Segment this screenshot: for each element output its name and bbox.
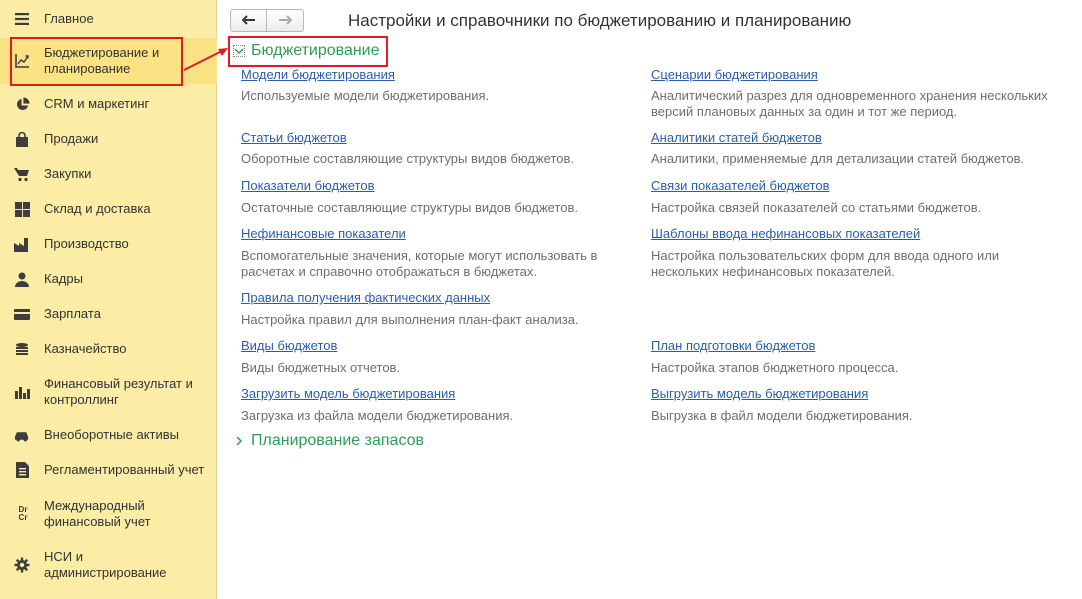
sidebar-item-salary[interactable]: Зарплата <box>0 305 217 323</box>
group-header-budgeting[interactable]: Бюджетирование <box>233 42 380 60</box>
sidebar: Главное Бюджетирование и планирование CR… <box>0 0 217 599</box>
sidebar-item-label: CRM и маркетинг <box>44 96 150 111</box>
link-budget-types[interactable]: Виды бюджетов <box>241 338 337 353</box>
group-title: Планирование запасов <box>251 432 425 449</box>
description: Настройка этапов бюджетного процесса. <box>651 360 899 375</box>
sidebar-item-label: Казначейство <box>44 341 127 356</box>
wallet-icon <box>14 306 30 322</box>
sidebar-item-label-line1: НСИ и <box>44 549 83 564</box>
description-line1: Вспомогательные значения, которые могут … <box>241 248 598 263</box>
sidebar-item-label-line2: администрирование <box>44 565 167 580</box>
cart-icon <box>14 166 30 182</box>
sidebar-item-label: Производство <box>44 236 129 251</box>
sidebar-item-warehouse[interactable]: Склад и доставка <box>0 200 217 218</box>
warehouse-grid-icon <box>14 201 30 217</box>
sidebar-item-label-line1: Финансовый результат и <box>44 376 193 391</box>
description: Аналитики, применяемые для детализации с… <box>651 151 1025 166</box>
sidebar-item-label-line1: Бюджетирование и <box>44 45 160 60</box>
page-title: Настройки и справочники по бюджетировани… <box>348 11 852 30</box>
sidebar-item-regulated-accounting[interactable]: Регламентированный учет <box>0 461 217 479</box>
group-title: Бюджетирование <box>251 42 380 59</box>
history-navigation <box>230 9 304 32</box>
back-button[interactable] <box>230 9 267 32</box>
description-line2: нескольких нефинансовых показателей. <box>651 264 895 279</box>
description: Настройка правил для выполнения план-фак… <box>241 312 579 327</box>
sidebar-item-hr[interactable]: Кадры <box>0 270 217 288</box>
sidebar-item-label-line2: контроллинг <box>44 392 119 407</box>
coins-icon <box>14 341 30 357</box>
description: Настройка связей показателей со статьями… <box>651 200 982 215</box>
sidebar-item-treasury[interactable]: Казначейство <box>0 340 217 358</box>
arrow-right-icon <box>278 13 293 28</box>
sidebar-item-purchases[interactable]: Закупки <box>0 165 217 183</box>
highlight-arrow <box>183 48 228 71</box>
gear-icon <box>14 557 30 573</box>
sidebar-item-label-line2: финансовый учет <box>44 514 151 529</box>
group-header-inventory-planning[interactable]: Планирование запасов <box>233 432 424 450</box>
description: Остаточные составляющие структуры видов … <box>241 200 579 215</box>
sidebar-item-fixed-assets[interactable]: Внеоборотные активы <box>0 426 217 444</box>
sidebar-item-international-accounting[interactable]: Dr Cr Международный финансовый учет <box>0 496 217 532</box>
sidebar-item-label-line2: планирование <box>44 61 131 76</box>
link-budget-indicators[interactable]: Показатели бюджетов <box>241 178 375 193</box>
link-import-budget-model[interactable]: Загрузить модель бюджетирования <box>241 386 455 401</box>
description-line1: Настройка пользовательских форм для ввод… <box>651 248 1000 263</box>
sidebar-item-financial-result[interactable]: Финансовый результат и контроллинг <box>0 374 217 410</box>
factory-icon <box>14 236 30 252</box>
sidebar-item-production[interactable]: Производство <box>0 235 217 253</box>
chevron-right-icon <box>233 435 245 447</box>
description: Оборотные составляющие структуры видов б… <box>241 151 575 166</box>
link-budget-preparation-plan[interactable]: План подготовки бюджетов <box>651 338 815 353</box>
description-line1: Аналитический разрез для одновременного … <box>651 88 1048 103</box>
sidebar-item-label: Регламентированный учет <box>44 462 205 477</box>
link-actual-data-rules[interactable]: Правила получения фактических данных <box>241 290 490 305</box>
bar-chart-icon <box>14 384 30 400</box>
link-budget-items[interactable]: Статьи бюджетов <box>241 130 347 145</box>
sidebar-item-label: Внеоборотные активы <box>44 427 180 442</box>
sidebar-item-label: Продажи <box>44 131 99 146</box>
description-line2: расчетах и справочно отображаться в бюдж… <box>241 264 537 279</box>
shopping-bag-icon <box>14 131 30 147</box>
link-budget-models[interactable]: Модели бюджетирования <box>241 67 395 82</box>
description: Виды бюджетных отчетов. <box>241 360 401 375</box>
description: Выгрузка в файл модели бюджетирования. <box>651 408 913 423</box>
link-indicator-links[interactable]: Связи показателей бюджетов <box>651 178 829 193</box>
description: Загрузка из файла модели бюджетирования. <box>241 408 514 423</box>
sidebar-item-label-line1: Международный <box>44 498 145 513</box>
chevron-down-icon <box>233 45 245 57</box>
description-line2: версий плановых данных за один и тот же … <box>651 104 958 119</box>
link-nonfinancial-indicators[interactable]: Нефинансовые показатели <box>241 226 406 241</box>
car-icon <box>14 427 30 443</box>
sidebar-item-label: Главное <box>44 11 94 26</box>
person-icon <box>14 271 30 287</box>
arrow-left-icon <box>241 13 256 28</box>
link-budget-item-analytics[interactable]: Аналитики статей бюджетов <box>651 130 822 145</box>
link-budget-scenarios[interactable]: Сценарии бюджетирования <box>651 67 818 82</box>
budget-chart-icon <box>14 53 30 69</box>
sidebar-item-sales[interactable]: Продажи <box>0 130 217 148</box>
sidebar-item-main[interactable]: Главное <box>0 10 217 28</box>
sidebar-item-crm[interactable]: CRM и маркетинг <box>0 95 217 113</box>
dr-cr-icon: Dr Cr <box>18 505 28 522</box>
menu-icon <box>14 11 30 27</box>
sidebar-item-label: Склад и доставка <box>44 201 151 216</box>
sidebar-item-nsi-admin[interactable]: НСИ и администрирование <box>0 547 217 583</box>
sidebar-item-label: Кадры <box>44 271 83 286</box>
sidebar-item-label: Зарплата <box>44 306 101 321</box>
forward-button[interactable] <box>267 9 304 32</box>
link-export-budget-model[interactable]: Выгрузить модель бюджетирования <box>651 386 868 401</box>
sidebar-item-label: Закупки <box>44 166 92 181</box>
link-nonfinancial-input-templates[interactable]: Шаблоны ввода нефинансовых показателей <box>651 226 920 241</box>
description: Используемые модели бюджетирования. <box>241 88 490 103</box>
pie-chart-icon <box>14 96 30 112</box>
document-icon <box>14 462 30 478</box>
